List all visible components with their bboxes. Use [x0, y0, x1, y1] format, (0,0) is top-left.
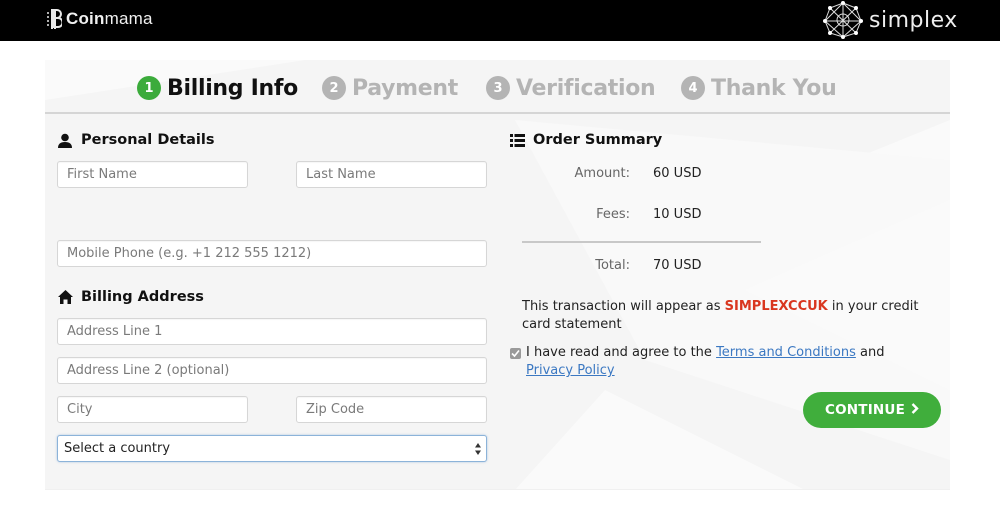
home-icon	[57, 289, 73, 305]
step-billing-info: 1 Billing Info	[137, 70, 298, 106]
last-name-field[interactable]	[296, 161, 487, 188]
mobile-phone-field[interactable]	[57, 240, 487, 267]
top-bar: Coinmama simplex	[0, 0, 1000, 41]
total-value: 70 USD	[653, 258, 702, 273]
step-number-badge: 3	[486, 76, 510, 100]
continue-button-label: CONTINUE	[825, 402, 905, 418]
coinmama-logo-icon	[47, 9, 62, 29]
address-line-1-field[interactable]	[57, 318, 487, 345]
footer-divider	[45, 489, 950, 490]
section-title-text: Order Summary	[533, 132, 663, 148]
mobile-phone-input[interactable]	[67, 246, 486, 261]
total-label: Total:	[595, 258, 630, 273]
agree-checkbox[interactable]	[510, 348, 521, 359]
zip-code-input[interactable]	[306, 402, 486, 417]
step-number-badge: 2	[322, 76, 346, 100]
chevron-right-icon	[911, 402, 919, 418]
select-arrows-icon	[475, 443, 481, 455]
agreement-prefix: I have read and agree to the	[526, 345, 717, 360]
city-field[interactable]	[57, 396, 248, 423]
fees-value: 10 USD	[653, 207, 702, 222]
address-line-1-input[interactable]	[67, 324, 486, 339]
section-title-text: Personal Details	[81, 132, 215, 148]
country-select-value: Select a country	[64, 441, 171, 456]
terms-link[interactable]: Terms and Conditions	[716, 345, 856, 360]
simplex-logo-text: simplex	[869, 7, 958, 33]
fees-label: Fees:	[596, 207, 630, 222]
city-input[interactable]	[67, 402, 247, 417]
address-line-2-field[interactable]	[57, 357, 487, 384]
last-name-input[interactable]	[306, 167, 486, 182]
amount-label: Amount:	[574, 166, 630, 181]
total-row: Total: 70 USD	[522, 258, 701, 273]
step-number-badge: 1	[137, 76, 161, 100]
step-label: Thank You	[711, 75, 837, 101]
billing-address-heading: Billing Address	[57, 289, 204, 305]
address-line-2-input[interactable]	[67, 363, 486, 378]
statement-descriptor-notice: This transaction will appear as SIMPLEXC…	[522, 298, 942, 334]
step-label: Payment	[352, 75, 458, 101]
step-payment: 2 Payment	[322, 70, 458, 106]
steps-divider	[45, 112, 950, 114]
coinmama-logo[interactable]: Coinmama	[46, 6, 153, 32]
simplex-logo-icon	[823, 1, 863, 39]
order-summary-heading: Order Summary	[509, 132, 662, 148]
step-number-badge: 4	[681, 76, 705, 100]
first-name-field[interactable]	[57, 161, 248, 188]
step-verification: 3 Verification	[486, 70, 656, 106]
personal-details-heading: Personal Details	[57, 132, 215, 148]
agreement-middle: and	[855, 345, 885, 360]
fees-row: Fees: 10 USD	[522, 207, 701, 222]
user-icon	[57, 132, 73, 148]
list-icon	[509, 132, 525, 148]
step-label: Verification	[516, 75, 656, 101]
coinmama-logo-text: Coinmama	[66, 9, 153, 28]
zip-code-field[interactable]	[296, 396, 487, 423]
progress-steps: 1 Billing Info 2 Payment 3 Verification …	[45, 70, 950, 106]
first-name-input[interactable]	[67, 167, 247, 182]
country-select[interactable]: Select a country	[57, 435, 487, 462]
privacy-policy-link[interactable]: Privacy Policy	[526, 363, 615, 378]
amount-row: Amount: 60 USD	[522, 166, 702, 181]
summary-divider	[522, 241, 761, 243]
step-thank-you: 4 Thank You	[681, 70, 837, 106]
checkmark-icon	[511, 349, 520, 358]
amount-value: 60 USD	[653, 166, 702, 181]
continue-button[interactable]: CONTINUE	[803, 392, 941, 428]
statement-descriptor: SIMPLEXCCUK	[724, 299, 828, 314]
terms-agreement: I have read and agree to the Terms and C…	[510, 344, 930, 380]
step-label: Billing Info	[167, 75, 298, 101]
section-title-text: Billing Address	[81, 289, 204, 305]
notice-prefix: This transaction will appear as	[522, 299, 725, 314]
simplex-logo: simplex	[823, 1, 958, 39]
